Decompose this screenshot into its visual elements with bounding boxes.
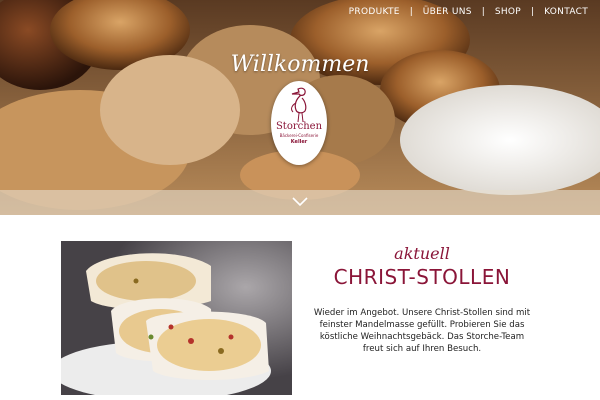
nav-separator: | xyxy=(481,7,485,17)
news-kicker: aktuell xyxy=(394,244,450,263)
news-text: Wieder im Angebot. Unsere Christ-Stollen… xyxy=(313,308,531,354)
site-logo[interactable]: Storchen Bäckerei-Confiserie Keller xyxy=(271,81,327,165)
nav-item-ueber-uns[interactable]: ÜBER UNS xyxy=(423,7,472,17)
nav-item-shop[interactable]: SHOP xyxy=(495,7,521,17)
stork-icon xyxy=(291,87,307,123)
news-headline: CHRIST-STOLLEN xyxy=(333,265,511,289)
nav-item-produkte[interactable]: PRODUKTE xyxy=(349,7,400,17)
stollen-photo xyxy=(61,241,292,395)
logo-owner: Keller xyxy=(290,139,308,145)
welcome-title: Willkommen xyxy=(230,52,370,77)
chevron-down-icon[interactable] xyxy=(290,196,310,208)
nav-separator: | xyxy=(531,7,535,17)
hero-banner: PRODUKTE | ÜBER UNS | SHOP | KONTACT Wil… xyxy=(0,0,600,215)
nav-item-kontakt[interactable]: KONTACT xyxy=(544,7,588,17)
main-nav: PRODUKTE | ÜBER UNS | SHOP | KONTACT xyxy=(349,0,600,24)
logo-name: Storchen xyxy=(275,121,323,132)
nav-separator: | xyxy=(409,7,413,17)
logo-subtitle: Bäckerei-Confiserie xyxy=(279,133,319,138)
